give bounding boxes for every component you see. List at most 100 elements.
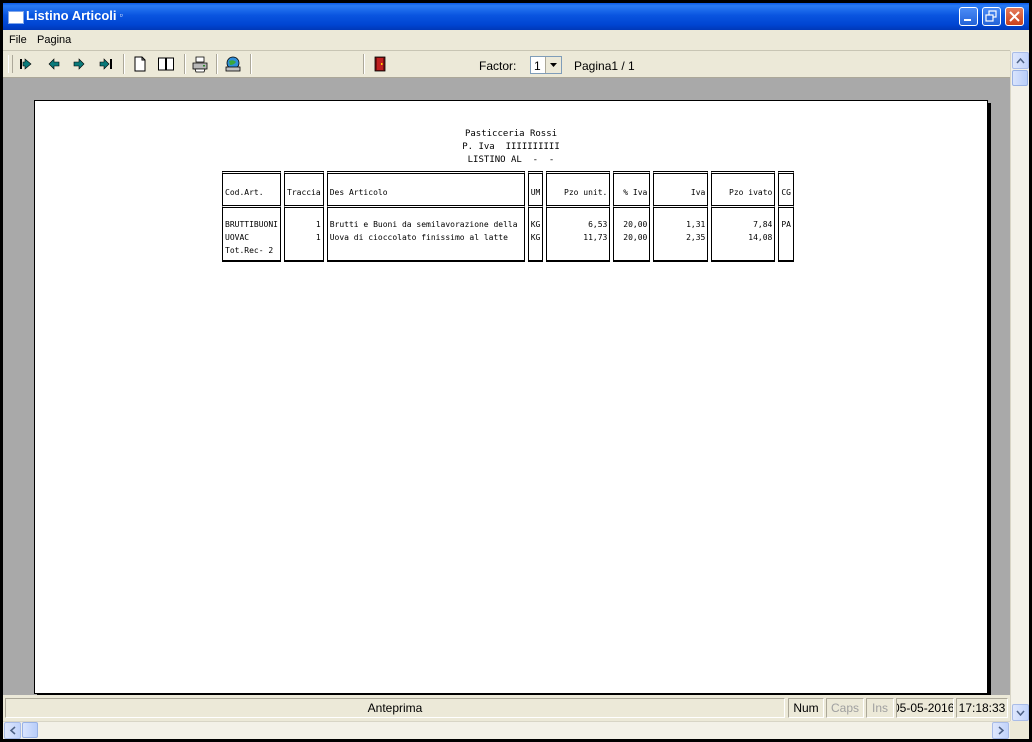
status-main: Anteprima	[5, 698, 785, 718]
two-pages-icon	[158, 57, 174, 71]
hscroll-thumb[interactable]	[22, 722, 38, 738]
title-marker-icon: ▫	[119, 10, 123, 20]
vertical-scrollbar[interactable]	[1010, 51, 1029, 722]
minimize-button[interactable]	[959, 7, 978, 26]
col-header-um: UM	[527, 179, 544, 205]
scroll-down-icon	[1016, 710, 1025, 717]
window-title: Listino Articoli ▫	[26, 8, 123, 23]
table-header-rule	[222, 205, 794, 218]
factor-dropdown-arrow[interactable]	[545, 57, 561, 73]
scroll-up-icon	[1016, 57, 1025, 64]
report-list-date: LISTINO AL - -	[467, 155, 555, 165]
factor-dropdown[interactable]: 1	[530, 56, 562, 74]
table-row: BRUTTIBUONI 1 Brutti e Buoni da semilavo…	[222, 218, 794, 231]
window-title-text: Listino Articoli	[26, 8, 117, 23]
last-page-icon	[99, 58, 112, 70]
prev-page-button[interactable]	[43, 54, 65, 74]
status-ins: Ins	[866, 698, 894, 718]
arrow-left-icon	[48, 58, 60, 70]
page-indicator: Pagina1 / 1	[574, 59, 635, 73]
cell-cg	[778, 231, 794, 244]
menu-bar: File Pagina	[3, 30, 1010, 51]
window-app-icon[interactable]	[8, 11, 24, 24]
status-time: 17:18:33	[956, 698, 1008, 718]
preview-area[interactable]: Pasticceria Rossi P. Iva IIIIIIIIII LIST…	[3, 78, 1010, 695]
app-window: Listino Articoli ▫ File Pagina Factor: 1…	[3, 3, 1029, 739]
cell-iva: 1,31	[653, 218, 709, 231]
col-header-des-articolo: Des Articolo	[326, 179, 525, 205]
cell-des-articolo: Uova di cioccolato finissimo al latte	[326, 231, 525, 244]
toolbar-separator	[184, 54, 186, 74]
col-header-pzo-ivato: Pzo ivato	[711, 179, 776, 205]
title-bar[interactable]: Listino Articoli ▫	[3, 3, 1029, 30]
table-top-rule	[222, 171, 794, 179]
toolbar-separator	[216, 54, 218, 74]
col-header-iva: Iva	[653, 179, 709, 205]
minimize-icon	[964, 19, 971, 21]
horizontal-scrollbar[interactable]	[3, 721, 1010, 739]
cell-pzo-unit: 6,53	[546, 218, 611, 231]
table-header-row: Cod.Art. Traccia Des Articolo UM Pzo uni…	[222, 179, 794, 205]
toolbar-separator	[123, 54, 125, 74]
scroll-left-button[interactable]	[4, 722, 21, 739]
col-header-cg: CG	[778, 179, 794, 205]
menu-file[interactable]: File	[9, 34, 27, 46]
two-pages-button[interactable]	[155, 54, 177, 74]
status-date: 05-05-2016	[896, 698, 954, 718]
status-num: Num	[788, 698, 824, 718]
exit-door-icon	[374, 56, 386, 72]
print-button[interactable]	[189, 54, 211, 74]
restore-button[interactable]	[982, 7, 1001, 26]
toolbar-separator	[363, 54, 365, 74]
cell-iva: 2,35	[653, 231, 709, 244]
close-icon	[1009, 11, 1020, 22]
report-table: Cod.Art. Traccia Des Articolo UM Pzo uni…	[219, 171, 797, 262]
cell-pzo-ivato: 14,08	[711, 231, 776, 244]
single-page-button[interactable]	[129, 54, 151, 74]
menu-pagina[interactable]: Pagina	[37, 34, 71, 46]
cell-traccia: 1	[284, 218, 324, 231]
scroll-left-icon	[9, 726, 16, 735]
status-bar: Anteprima Num Caps Ins 05-05-2016 17:18:…	[3, 695, 1010, 721]
cell-traccia: 1	[284, 231, 324, 244]
scroll-right-icon	[998, 726, 1005, 735]
col-header-iva-perc: % Iva	[613, 179, 651, 205]
exit-button[interactable]	[369, 54, 391, 74]
chevron-down-icon	[550, 63, 557, 67]
report-vat-number: P. Iva IIIIIIIIII	[462, 142, 560, 152]
toolbar: Factor: 1 Pagina1 / 1	[3, 51, 1010, 78]
printer-icon	[192, 56, 208, 73]
cell-iva-perc: 20,00	[613, 231, 651, 244]
cell-iva-perc: 20,00	[613, 218, 651, 231]
scroll-up-button[interactable]	[1012, 52, 1029, 69]
globe-export-icon	[225, 56, 241, 72]
status-caps: Caps	[826, 698, 864, 718]
report-company-name: Pasticceria Rossi	[464, 129, 558, 139]
scroll-thumb[interactable]	[1012, 70, 1028, 86]
next-page-button[interactable]	[68, 54, 90, 74]
cell-pzo-unit: 11,73	[546, 231, 611, 244]
first-page-button[interactable]	[15, 54, 37, 74]
last-page-button[interactable]	[95, 54, 117, 74]
scroll-down-button[interactable]	[1012, 704, 1029, 721]
col-header-pzo-unit: Pzo unit.	[546, 179, 611, 205]
total-records-label: Tot.Rec- 2	[222, 244, 281, 262]
cell-um: KG	[527, 231, 544, 244]
factor-value: 1	[534, 59, 541, 73]
cell-cod-art: BRUTTIBUONI	[222, 218, 281, 231]
cell-cg: PA	[778, 218, 794, 231]
arrow-right-icon	[73, 58, 85, 70]
table-row: UOVAC 1 Uova di cioccolato finissimo al …	[222, 231, 794, 244]
export-button[interactable]	[222, 54, 244, 74]
toolbar-grip[interactable]	[8, 55, 13, 73]
cell-des-articolo: Brutti e Buoni da semilavorazione della	[326, 218, 525, 231]
close-button[interactable]	[1005, 7, 1024, 26]
restore-icon	[985, 10, 997, 22]
col-header-cod-art: Cod.Art.	[222, 179, 281, 205]
table-total-row: Tot.Rec- 2	[222, 244, 794, 262]
cell-um: KG	[527, 218, 544, 231]
first-page-icon	[20, 58, 32, 70]
status-date-text: 05-05-2016	[896, 701, 954, 715]
scroll-right-button[interactable]	[992, 722, 1009, 739]
col-header-traccia: Traccia	[284, 179, 324, 205]
